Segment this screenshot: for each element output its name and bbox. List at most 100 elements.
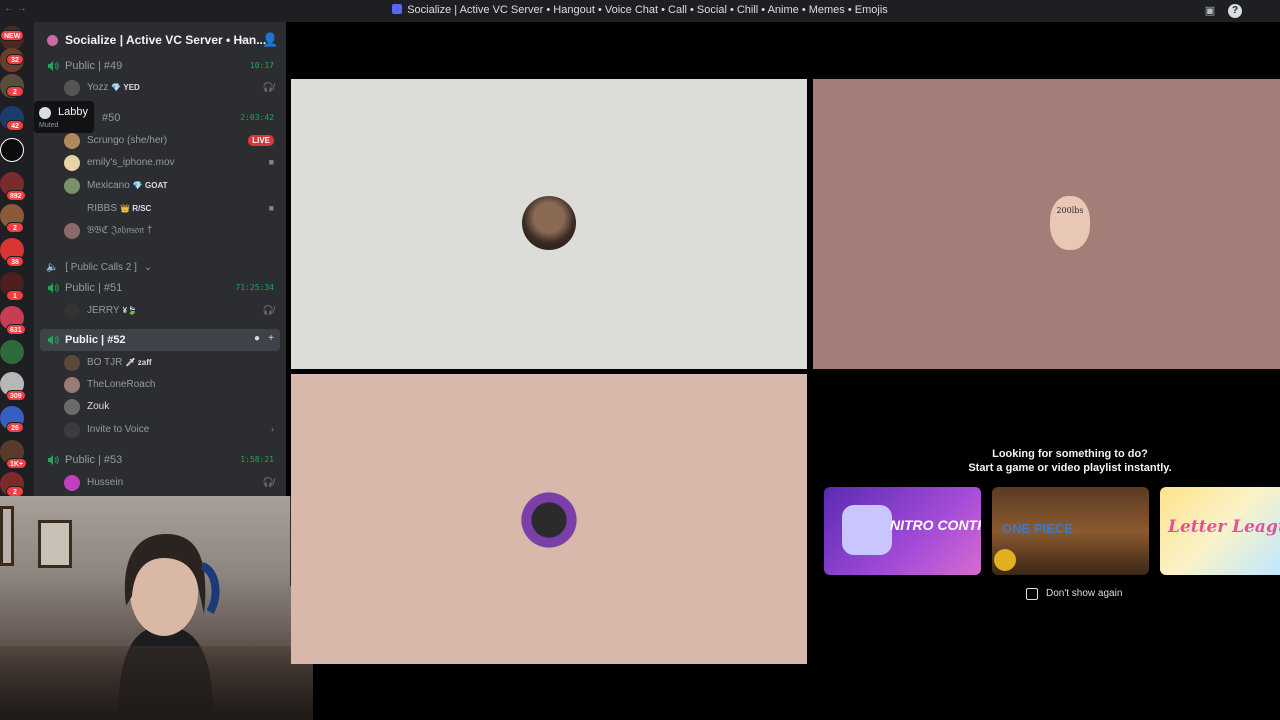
deafened-icon: 🎧̸ <box>262 477 274 487</box>
user-name: JERRY ¥🍃 <box>87 305 138 316</box>
voice-channel-49[interactable]: Public | #49 10:17 <box>40 55 280 77</box>
user-name: emily's_iphone.mov <box>87 157 175 168</box>
voice-user[interactable]: Mexicano 💎 GOAT <box>62 176 280 196</box>
server-badge-icon <box>47 35 58 46</box>
avatar-text: 200lbs <box>1056 206 1084 215</box>
voice-user[interactable]: Scrungo (she/her) LIVE <box>62 131 280 151</box>
channel-name: #50 <box>102 112 121 124</box>
add-user-icon[interactable]: + <box>268 333 274 344</box>
avatar <box>64 80 80 96</box>
user-name: Hussein <box>87 477 124 488</box>
voice-user[interactable]: TheLoneRoach <box>62 375 280 395</box>
video-tile[interactable] <box>291 374 807 664</box>
voice-user[interactable]: JERRY ¥🍃 🎧̸ <box>62 301 280 321</box>
window-title: Socialize | Active VC Server • Hangout •… <box>0 4 1280 16</box>
voice-user[interactable]: 𝔅𝔅ℭ 𝔍𝔬𝔥𝔫𝔰𝔬𝔫 † <box>62 221 280 241</box>
server-rail: NEW 32 2 42 892 2 38 1 631 309 26 1K+ 2 <box>0 22 34 496</box>
webcam-overlay <box>0 496 313 720</box>
video-camera-icon: ■ <box>268 203 274 213</box>
voice-user[interactable]: emily's_iphone.mov ■ <box>62 153 280 173</box>
avatar <box>64 303 80 319</box>
channel-name: Public | #52 <box>65 334 126 346</box>
speaker-icon <box>48 335 59 345</box>
mention-badge: 2 <box>6 222 24 233</box>
mention-badge: 32 <box>6 54 24 65</box>
call-timer: 1:58:21 <box>240 455 274 464</box>
server-header[interactable]: Socialize | Active VC Server • Han... ⌄ … <box>34 22 286 58</box>
activity-card-letter-league[interactable]: Letter League <box>1160 487 1280 575</box>
new-badge: NEW <box>0 30 25 41</box>
server-icon[interactable] <box>0 138 24 162</box>
user-name: TheLoneRoach <box>87 379 156 390</box>
mention-badge: 631 <box>6 324 26 335</box>
activity-card-nitro-control[interactable]: NITRO CONTROL <box>824 487 981 575</box>
deafened-icon: 🎧̸ <box>262 305 274 315</box>
channel-name: Public | #51 <box>65 282 123 294</box>
chat-bubble-icon[interactable]: ● <box>254 333 260 344</box>
user-name: Zouk <box>87 401 110 412</box>
card-title: Letter League <box>1168 517 1280 537</box>
server-icon[interactable] <box>0 340 24 364</box>
deafened-icon: 🎧̸ <box>262 82 274 92</box>
server-icon <box>392 4 403 14</box>
wall-picture <box>0 506 14 566</box>
call-timer: 71:25:34 <box>235 283 274 292</box>
channel-name: Public | #49 <box>65 60 123 72</box>
user-name: Mexicano 💎 GOAT <box>87 180 168 191</box>
video-tile[interactable]: 200lbs <box>813 79 1280 369</box>
avatar <box>522 196 576 250</box>
wall-picture <box>38 520 72 568</box>
avatar <box>64 399 80 415</box>
user-name: Scrungo (she/her) <box>87 135 168 146</box>
chevron-down-icon[interactable]: ⌄ <box>239 32 248 45</box>
user-name: 𝔅𝔅ℭ 𝔍𝔬𝔥𝔫𝔰𝔬𝔫 † <box>87 225 153 236</box>
speaker-icon <box>48 61 59 71</box>
coin-art <box>994 549 1016 571</box>
invite-to-voice[interactable]: Invite to Voice › <box>62 420 280 440</box>
call-timer: 2:03:42 <box>240 113 274 122</box>
avatar: 200lbs <box>1050 196 1090 250</box>
mention-badge: 38 <box>6 256 24 267</box>
voice-channel-51[interactable]: Public | #51 71:25:34 <box>40 277 280 299</box>
checkbox-label: Don't show again <box>1046 588 1123 599</box>
video-tile[interactable] <box>291 79 807 369</box>
mention-badge: 2 <box>6 86 24 97</box>
user-name: RIBBS 👑 R/SC <box>87 203 152 214</box>
video-camera-icon: ■ <box>268 157 274 167</box>
speaker-icon <box>48 455 59 465</box>
voice-user[interactable]: RIBBS 👑 R/SC ■ <box>62 199 280 219</box>
avatar <box>64 155 80 171</box>
user-name: Yozz 💎 YED <box>87 82 140 93</box>
voice-user[interactable]: Hussein 🎧̸ <box>62 473 280 493</box>
avatar <box>64 223 80 239</box>
user-tooltip: Labby Muted <box>34 101 94 133</box>
chevron-right-icon: › <box>271 424 274 434</box>
title-bar: ← → Socialize | Active VC Server • Hango… <box>0 0 1280 22</box>
voice-user[interactable]: Yozz 💎 YED 🎧̸ <box>62 78 280 98</box>
channel-category[interactable]: 🔈 [ Public Calls 2 ] ⌄ <box>46 262 152 273</box>
avatar <box>64 377 80 393</box>
game-art <box>842 505 892 555</box>
mention-badge: 1 <box>6 290 24 301</box>
user-icon <box>39 107 51 119</box>
checkbox[interactable] <box>1026 588 1038 600</box>
desk <box>0 646 313 720</box>
mention-badge: 309 <box>6 390 26 401</box>
inbox-icon[interactable]: ▣ <box>1203 4 1217 18</box>
help-icon[interactable]: ? <box>1228 4 1242 18</box>
invite-people-icon[interactable]: 👤 <box>262 32 278 48</box>
channel-name: Public | #53 <box>65 454 123 466</box>
server-name: Socialize | Active VC Server • Han... <box>65 33 267 47</box>
avatar <box>64 201 80 217</box>
speaker-icon: 🔈 <box>46 262 59 273</box>
voice-user[interactable]: Zouk <box>62 397 280 417</box>
tooltip-status: Muted <box>39 122 59 129</box>
mention-badge: 2 <box>6 486 24 496</box>
activity-card-one-piece[interactable]: ONE PIECE <box>992 487 1149 575</box>
voice-channel-53[interactable]: Public | #53 1:58:21 <box>40 449 280 471</box>
voice-channel-52[interactable]: Public | #52 ● + <box>40 329 280 351</box>
voice-user[interactable]: BO TJR 🗡 zaff <box>62 353 280 373</box>
mention-badge: 42 <box>6 120 24 131</box>
avatar <box>64 475 80 491</box>
avatar <box>64 133 80 149</box>
